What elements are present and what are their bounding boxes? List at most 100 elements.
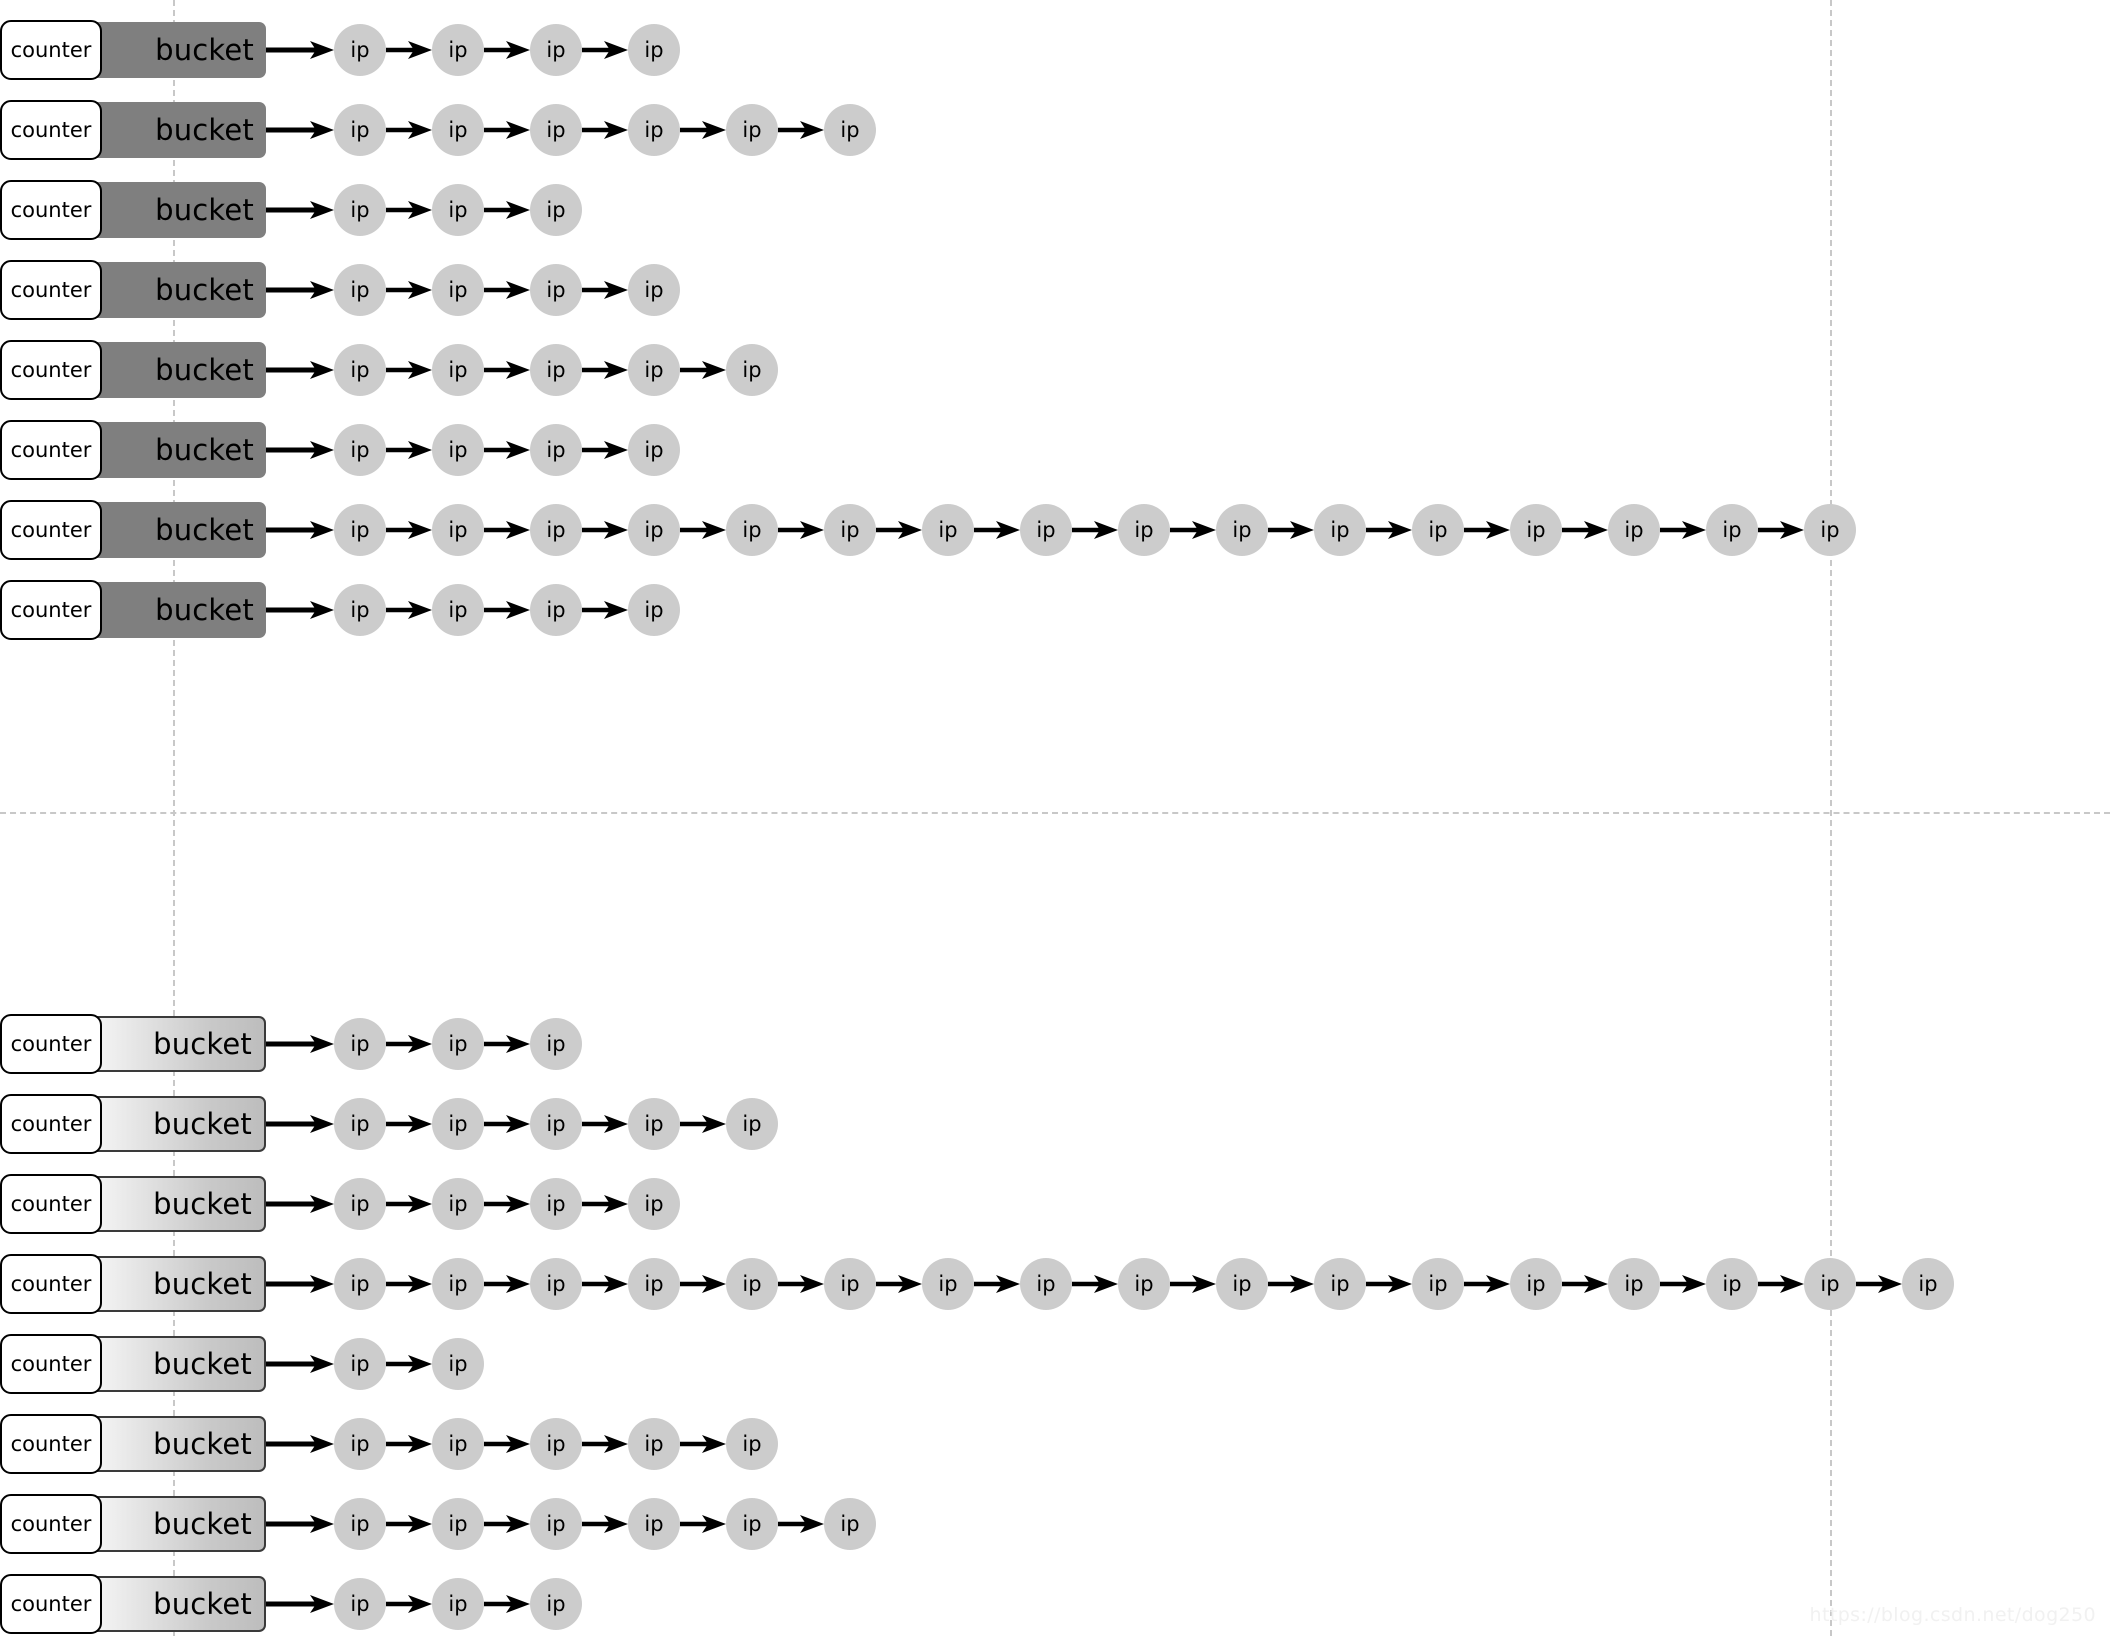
- ip-node[interactable]: ip: [628, 264, 680, 316]
- ip-node[interactable]: ip: [1804, 1258, 1856, 1310]
- ip-node[interactable]: ip: [432, 584, 484, 636]
- counter-box[interactable]: counter: [0, 1494, 102, 1554]
- ip-node[interactable]: ip: [334, 24, 386, 76]
- counter-box[interactable]: counter: [0, 1014, 102, 1074]
- ip-node[interactable]: ip: [1412, 504, 1464, 556]
- ip-node[interactable]: ip: [628, 24, 680, 76]
- ip-node[interactable]: ip: [432, 1178, 484, 1230]
- ip-node[interactable]: ip: [530, 424, 582, 476]
- ip-node[interactable]: ip: [1020, 1258, 1072, 1310]
- ip-node[interactable]: ip: [432, 1098, 484, 1150]
- ip-node[interactable]: ip: [726, 504, 778, 556]
- ip-node[interactable]: ip: [1804, 504, 1856, 556]
- ip-node[interactable]: ip: [1118, 504, 1170, 556]
- ip-node[interactable]: ip: [726, 1098, 778, 1150]
- counter-box[interactable]: counter: [0, 500, 102, 560]
- ip-node[interactable]: ip: [922, 504, 974, 556]
- ip-node[interactable]: ip: [1118, 1258, 1170, 1310]
- counter-box[interactable]: counter: [0, 260, 102, 320]
- ip-node[interactable]: ip: [334, 584, 386, 636]
- ip-node[interactable]: ip: [530, 104, 582, 156]
- ip-node[interactable]: ip: [1608, 504, 1660, 556]
- ip-node[interactable]: ip: [432, 1338, 484, 1390]
- ip-node[interactable]: ip: [334, 1258, 386, 1310]
- ip-node[interactable]: ip: [628, 1098, 680, 1150]
- ip-node[interactable]: ip: [1706, 1258, 1758, 1310]
- ip-node[interactable]: ip: [530, 1418, 582, 1470]
- ip-node[interactable]: ip: [628, 1258, 680, 1310]
- ip-node[interactable]: ip: [1314, 1258, 1366, 1310]
- ip-node[interactable]: ip: [530, 1258, 582, 1310]
- ip-node[interactable]: ip: [432, 344, 484, 396]
- ip-node[interactable]: ip: [432, 104, 484, 156]
- counter-box[interactable]: counter: [0, 420, 102, 480]
- ip-node[interactable]: ip: [530, 1578, 582, 1630]
- ip-node[interactable]: ip: [1216, 504, 1268, 556]
- ip-node[interactable]: ip: [334, 1018, 386, 1070]
- ip-node[interactable]: ip: [628, 344, 680, 396]
- ip-node[interactable]: ip: [530, 1498, 582, 1550]
- counter-box[interactable]: counter: [0, 340, 102, 400]
- ip-node[interactable]: ip: [432, 24, 484, 76]
- ip-node[interactable]: ip: [628, 104, 680, 156]
- counter-box[interactable]: counter: [0, 180, 102, 240]
- ip-node[interactable]: ip: [1510, 504, 1562, 556]
- ip-node[interactable]: ip: [530, 344, 582, 396]
- ip-node[interactable]: ip: [432, 424, 484, 476]
- ip-node[interactable]: ip: [1608, 1258, 1660, 1310]
- counter-box[interactable]: counter: [0, 1174, 102, 1234]
- ip-node[interactable]: ip: [628, 1498, 680, 1550]
- ip-node[interactable]: ip: [334, 1578, 386, 1630]
- ip-node[interactable]: ip: [334, 184, 386, 236]
- ip-node[interactable]: ip: [824, 1498, 876, 1550]
- ip-node[interactable]: ip: [824, 504, 876, 556]
- ip-node[interactable]: ip: [530, 264, 582, 316]
- ip-node[interactable]: ip: [628, 504, 680, 556]
- ip-node[interactable]: ip: [432, 1498, 484, 1550]
- ip-node[interactable]: ip: [530, 24, 582, 76]
- ip-node[interactable]: ip: [1216, 1258, 1268, 1310]
- ip-node[interactable]: ip: [334, 424, 386, 476]
- counter-box[interactable]: counter: [0, 20, 102, 80]
- ip-node[interactable]: ip: [922, 1258, 974, 1310]
- ip-node[interactable]: ip: [334, 1418, 386, 1470]
- ip-node[interactable]: ip: [530, 1178, 582, 1230]
- counter-box[interactable]: counter: [0, 100, 102, 160]
- ip-node[interactable]: ip: [334, 1498, 386, 1550]
- counter-box[interactable]: counter: [0, 1334, 102, 1394]
- ip-node[interactable]: ip: [334, 344, 386, 396]
- ip-node[interactable]: ip: [628, 424, 680, 476]
- counter-box[interactable]: counter: [0, 1574, 102, 1634]
- ip-node[interactable]: ip: [334, 264, 386, 316]
- ip-node[interactable]: ip: [1706, 504, 1758, 556]
- ip-node[interactable]: ip: [726, 1418, 778, 1470]
- ip-node[interactable]: ip: [334, 504, 386, 556]
- ip-node[interactable]: ip: [824, 1258, 876, 1310]
- ip-node[interactable]: ip: [1510, 1258, 1562, 1310]
- ip-node[interactable]: ip: [530, 1018, 582, 1070]
- ip-node[interactable]: ip: [628, 584, 680, 636]
- ip-node[interactable]: ip: [1412, 1258, 1464, 1310]
- ip-node[interactable]: ip: [334, 1178, 386, 1230]
- ip-node[interactable]: ip: [1020, 504, 1072, 556]
- ip-node[interactable]: ip: [334, 1098, 386, 1150]
- ip-node[interactable]: ip: [1902, 1258, 1954, 1310]
- ip-node[interactable]: ip: [1314, 504, 1366, 556]
- ip-node[interactable]: ip: [432, 1578, 484, 1630]
- ip-node[interactable]: ip: [726, 104, 778, 156]
- ip-node[interactable]: ip: [334, 104, 386, 156]
- ip-node[interactable]: ip: [432, 184, 484, 236]
- ip-node[interactable]: ip: [824, 104, 876, 156]
- ip-node[interactable]: ip: [628, 1178, 680, 1230]
- ip-node[interactable]: ip: [726, 1258, 778, 1310]
- ip-node[interactable]: ip: [530, 184, 582, 236]
- ip-node[interactable]: ip: [530, 1098, 582, 1150]
- counter-box[interactable]: counter: [0, 1094, 102, 1154]
- ip-node[interactable]: ip: [726, 344, 778, 396]
- ip-node[interactable]: ip: [432, 1018, 484, 1070]
- ip-node[interactable]: ip: [628, 1418, 680, 1470]
- ip-node[interactable]: ip: [432, 1258, 484, 1310]
- ip-node[interactable]: ip: [334, 1338, 386, 1390]
- ip-node[interactable]: ip: [432, 1418, 484, 1470]
- counter-box[interactable]: counter: [0, 1414, 102, 1474]
